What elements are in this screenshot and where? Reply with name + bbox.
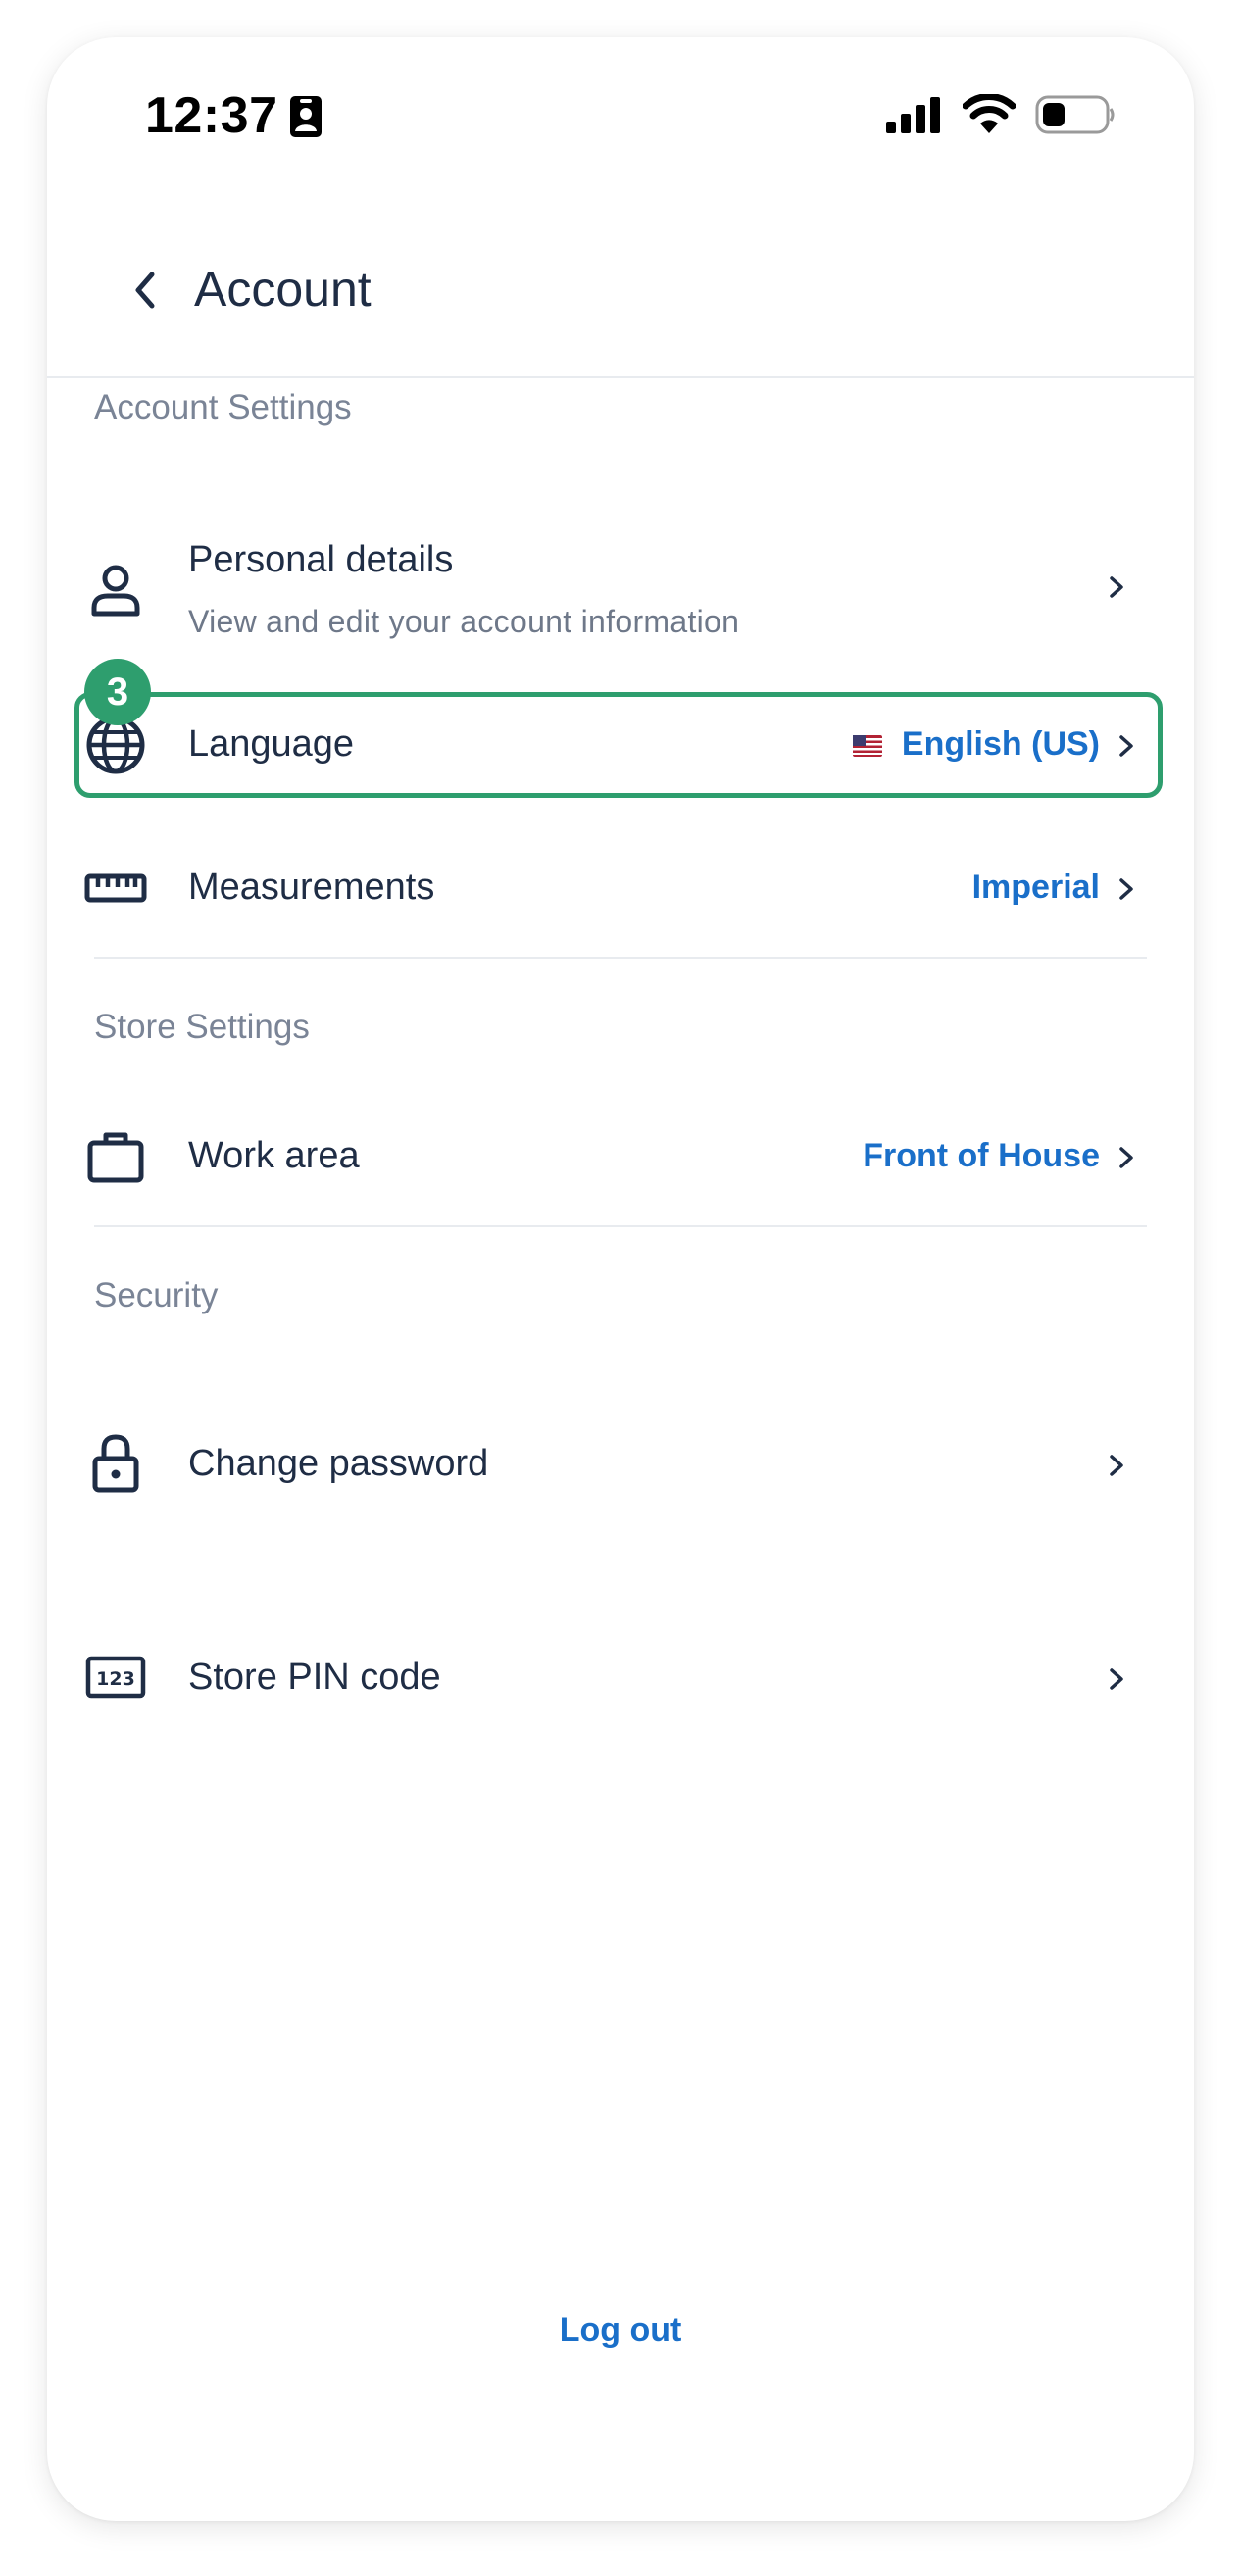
store-pin-row[interactable]: 123 Store PIN code [47,1623,1194,1731]
briefcase-icon [87,1132,144,1183]
lock-icon [92,1434,139,1493]
language-value: English (US) [901,725,1100,763]
personal-details-subtitle: View and edit your account information [188,604,740,639]
battery-icon [1035,95,1115,134]
chevron-right-icon [1110,1668,1123,1690]
chevron-left-icon [135,272,155,309]
page-title: Account [194,262,372,317]
section-heading-security: Security [94,1276,219,1314]
chevron-right-icon [1119,878,1133,900]
work-area-row[interactable]: Work area Front of House [47,1108,1194,1206]
store-pin-label: Store PIN code [188,1657,441,1698]
chevron-right-icon [1110,576,1123,598]
measurements-label: Measurements [188,867,435,908]
personal-details-label: Personal details [188,539,454,580]
person-icon [91,565,140,617]
work-area-value: Front of House [863,1137,1100,1174]
contact-card-icon [290,96,322,137]
phone-screen: 12:37 Account Account Settings Personal … [47,37,1194,2521]
logout-button[interactable]: Log out [47,2311,1194,2350]
work-area-label: Work area [188,1135,360,1176]
ruler-icon [84,873,147,903]
section-heading-account-settings: Account Settings [94,388,352,426]
pin-123-icon: 123 [85,1656,146,1699]
wifi-icon [963,94,1016,133]
personal-details-row[interactable]: Personal details View and edit your acco… [47,508,1194,674]
measurements-row[interactable]: Measurements Imperial [47,839,1194,937]
us-flag-icon [853,735,882,757]
step-number-badge: 3 [84,659,151,725]
status-time: 12:37 [145,87,278,144]
measurements-value: Imperial [971,868,1100,906]
change-password-label: Change password [188,1443,489,1484]
chevron-right-icon [1119,1147,1133,1168]
section-divider [94,1225,1147,1227]
chevron-right-icon [1119,735,1133,757]
svg-text:123: 123 [96,1668,135,1690]
language-label: Language [188,723,355,765]
language-row[interactable]: Language English (US) [47,696,1194,794]
header: Account [47,214,1194,378]
chevron-right-icon [1110,1455,1123,1476]
section-heading-store-settings: Store Settings [94,1008,310,1046]
back-button[interactable] [106,251,184,329]
status-bar: 12:37 [47,37,1194,194]
section-divider [94,957,1147,959]
change-password-row[interactable]: Change password [47,1410,1194,1517]
cellular-signal-icon [886,97,940,133]
